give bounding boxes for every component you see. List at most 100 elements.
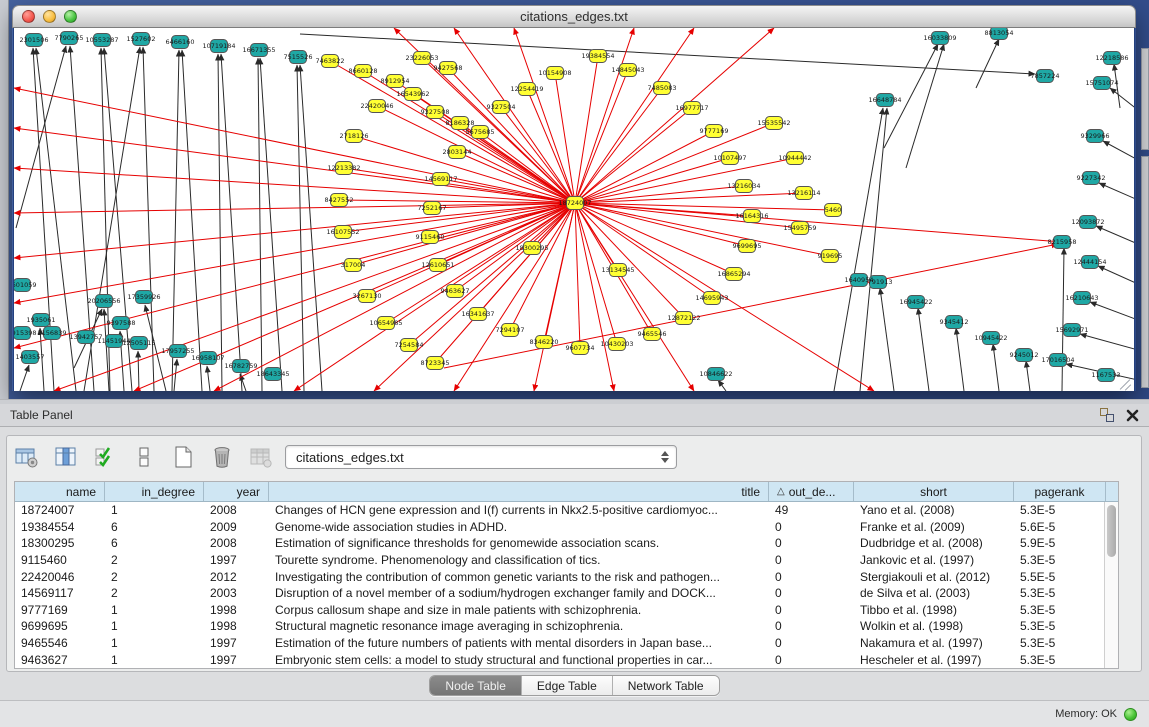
column-header-short[interactable]: short [854, 482, 1014, 501]
graph-node[interactable]: 7515526 [284, 51, 313, 64]
table-row[interactable]: 946362711997Embryonic stem cells: a mode… [15, 651, 1118, 668]
graph-node[interactable]: 7857224 [1031, 70, 1060, 83]
graph-node[interactable]: 12218586 [1095, 52, 1128, 65]
close-panel-icon[interactable] [1126, 409, 1139, 422]
table-row[interactable]: 1872400712008Changes of HCN gene express… [15, 502, 1118, 519]
table-row[interactable]: 969969511998Structural magnetic resonanc… [15, 618, 1118, 635]
table-row[interactable]: 911546021997Tourette syndrome. Phenomeno… [15, 552, 1118, 569]
row-height-icon[interactable] [131, 444, 157, 470]
graph-node[interactable]: 12505115 [122, 337, 155, 350]
graph-node[interactable]: 16958107 [191, 352, 224, 365]
graph-node[interactable]: 9345412 [940, 316, 969, 329]
table-selector-combobox[interactable]: citations_edges.txt [285, 445, 677, 469]
graph-node[interactable]: 7254584 [395, 339, 424, 352]
left-panel-edge[interactable] [0, 0, 9, 399]
column-header-name[interactable]: name [15, 482, 105, 501]
graph-node[interactable]: 10154908 [538, 67, 571, 80]
graph-node[interactable]: 16543962 [396, 88, 429, 101]
graph-node[interactable]: 9227342 [1077, 172, 1106, 185]
tab-network-table[interactable]: Network Table [613, 676, 719, 695]
graph-node[interactable]: 7485083 [648, 82, 677, 95]
graph-node[interactable]: 10107497 [713, 152, 746, 165]
graph-node[interactable]: 16945422 [899, 296, 932, 309]
graph-node[interactable]: 16671355 [242, 44, 275, 57]
graph-node[interactable]: 1403557 [16, 351, 45, 364]
graph-node[interactable]: 9329966 [1081, 130, 1110, 143]
graph-node[interactable]: 12213382 [327, 162, 360, 175]
graph-node[interactable]: 1527602 [127, 33, 156, 46]
table-row[interactable]: 977716911998Corpus callosum shape and si… [15, 602, 1118, 619]
graph-node[interactable]: 16341637 [461, 308, 494, 321]
graph-node[interactable]: 23226053 [405, 52, 438, 65]
column-header-year[interactable]: year [204, 482, 269, 501]
table-row[interactable]: 2242004622012Investigating the contribut… [15, 568, 1118, 585]
memory-ok-icon[interactable] [1124, 708, 1137, 721]
column-header-pagerank[interactable]: pagerank [1014, 482, 1106, 501]
graph-node[interactable]: 9777169 [700, 125, 729, 138]
tab-edge-table[interactable]: Edge Table [522, 676, 613, 695]
network-window-titlebar[interactable]: citations_edges.txt [12, 5, 1136, 28]
graph-node[interactable]: 2301506 [20, 34, 49, 47]
graph-node[interactable]: 13134545 [601, 264, 634, 277]
column-header-out_de[interactable]: △out_de... [769, 482, 854, 501]
graph-node[interactable]: 10654985 [369, 317, 402, 330]
graph-node[interactable]: 7252167 [418, 202, 447, 215]
column-header-title[interactable]: title [269, 482, 769, 501]
graph-node[interactable]: 8813054 [985, 28, 1014, 40]
graph-node[interactable]: 10719184 [202, 40, 235, 53]
delete-table-icon[interactable] [209, 444, 235, 470]
resize-grip[interactable] [1118, 375, 1132, 389]
graph-node[interactable]: 9397588 [107, 317, 136, 330]
table-row[interactable]: 1456911722003Disruption of a novel membe… [15, 585, 1118, 602]
graph-node[interactable]: 1167533 [1092, 369, 1121, 382]
new-table-icon[interactable] [170, 444, 196, 470]
graph-node[interactable]: 13216114 [787, 187, 820, 200]
graph-node[interactable]: 9115460 [416, 231, 445, 244]
graph-node[interactable]: 5675685 [466, 126, 495, 139]
graph-node[interactable]: 15495759 [783, 222, 816, 235]
graph-node[interactable]: 22420046 [360, 100, 393, 113]
graph-node[interactable]: 20206556 [87, 295, 120, 308]
graph-node[interactable]: 10553287 [85, 34, 118, 47]
graph-node[interactable]: 16648784 [868, 94, 901, 107]
graph-node[interactable]: 9327504 [487, 101, 516, 114]
graph-node[interactable]: 12872122 [667, 312, 700, 325]
graph-node[interactable]: 9245012 [1010, 349, 1039, 362]
graph-node[interactable]: 15751074 [1085, 77, 1118, 90]
graph-node[interactable]: 16865294 [717, 268, 750, 281]
graph-node[interactable]: 3267130 [353, 290, 382, 303]
graph-node[interactable]: 8912954 [381, 75, 410, 88]
table-settings-icon[interactable] [14, 444, 40, 470]
graph-node[interactable]: 2156839 [38, 327, 67, 340]
import-table-icon[interactable] [248, 444, 274, 470]
column-header-in_degree[interactable]: in_degree [105, 482, 204, 501]
graph-node[interactable]: 317004 [341, 259, 366, 272]
graph-node[interactable]: 7790265 [55, 32, 84, 45]
table-row[interactable]: 1938455462009Genome-wide association stu… [15, 519, 1118, 536]
graph-node[interactable]: 9465546 [638, 328, 667, 341]
graph-node[interactable]: 2718126 [340, 130, 369, 143]
graph-node[interactable]: 19384554 [581, 50, 614, 63]
graph-node[interactable]: 919695 [818, 250, 843, 263]
graph-node[interactable]: 13216034 [727, 180, 760, 193]
graph-node[interactable]: 8660128 [349, 65, 378, 78]
table-vertical-scrollbar[interactable] [1104, 502, 1118, 668]
graph-node[interactable]: 10944442 [778, 152, 811, 165]
graph-node[interactable]: 6466160 [166, 36, 195, 49]
graph-node[interactable]: 16164316 [735, 210, 768, 223]
select-rows-icon[interactable] [92, 444, 118, 470]
graph-node[interactable]: 5460 [825, 204, 842, 217]
graph-node[interactable]: 9699695 [733, 240, 762, 253]
column-settings-icon[interactable] [53, 444, 79, 470]
tab-node-table[interactable]: Node Table [430, 676, 522, 695]
graph-node[interactable]: 8215958 [1048, 236, 1077, 249]
table-row[interactable]: 1830029562008Estimation of significance … [15, 535, 1118, 552]
graph-node[interactable]: 10846622 [699, 368, 732, 381]
graph-node[interactable]: 9607734 [566, 342, 595, 355]
graph-node[interactable]: 16033809 [923, 32, 956, 45]
graph-node[interactable]: 7294107 [496, 324, 525, 337]
graph-node[interactable]: 9463627 [441, 285, 470, 298]
graph-node[interactable]: 1935061 [27, 314, 56, 327]
graph-node[interactable]: 14845043 [611, 64, 644, 77]
graph-node[interactable]: 8427552 [325, 194, 354, 207]
